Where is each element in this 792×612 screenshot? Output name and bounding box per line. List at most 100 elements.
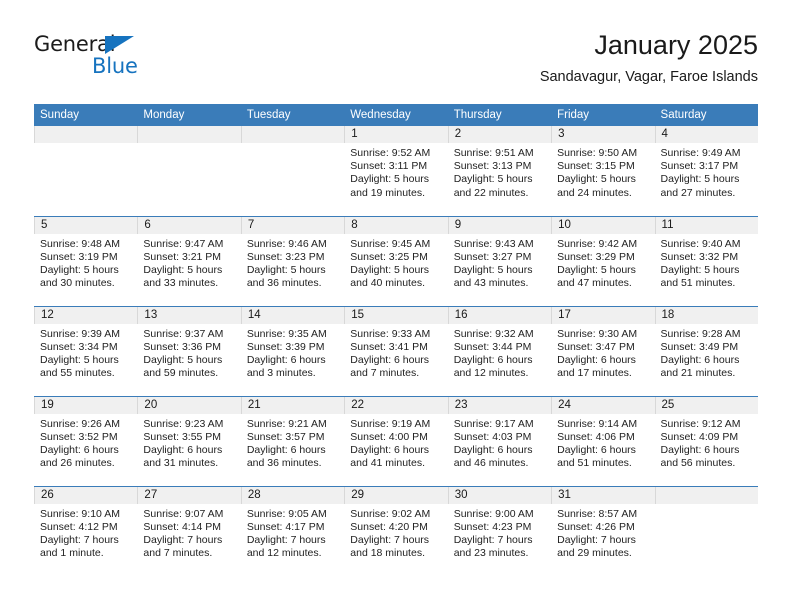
calendar-day-cell[interactable]: 11 Sunrise: 9:40 AM Sunset: 3:32 PM Dayligh…	[654, 215, 758, 306]
daylight-duration-line1: Daylight: 6 hours	[40, 443, 119, 456]
sunset-time: Sunset: 4:12 PM	[40, 520, 118, 533]
daylight-duration-line2: and 27 minutes.	[660, 186, 736, 199]
sunset-time: Sunset: 3:13 PM	[453, 160, 532, 173]
sunrise-time: Sunrise: 9:51 AM	[453, 147, 534, 159]
day-details: Sunrise: 9:48 AM Sunset: 3:19 PM Daylight:…	[34, 234, 137, 291]
calendar-day-cell[interactable]: 23 Sunrise: 9:17 AM Sunset: 4:03 PM Dayligh…	[447, 395, 552, 486]
day-cell-inner: 16 Sunrise: 9:32 AM Sunset: 3:44 PM Dayligh…	[447, 306, 552, 396]
day-number	[240, 126, 345, 143]
daylight-duration-line1: Daylight: 6 hours	[453, 353, 533, 366]
sunrise-time: Sunrise: 9:19 AM	[350, 417, 431, 430]
calendar-day-cell[interactable]: 19 Sunrise: 9:26 AM Sunset: 3:52 PM Dayligh…	[34, 395, 138, 486]
logo-triangle-icon	[105, 36, 134, 54]
sunrise-time: Sunrise: 9:02 AM	[350, 507, 431, 520]
daylight-duration-line1: Daylight: 6 hours	[660, 443, 740, 456]
day-number: 1	[344, 126, 448, 143]
daylight-duration-line1: Daylight: 6 hours	[246, 443, 326, 456]
day-number: 16	[447, 306, 552, 324]
calendar-day-cell[interactable]: 12 Sunrise: 9:39 AM Sunset: 3:34 PM Dayligh…	[34, 305, 138, 396]
day-details: Sunrise: 9:32 AM Sunset: 3:44 PM Daylight:…	[448, 324, 551, 381]
page-subtitle: Sandavagur, Vagar, Faroe Islands	[539, 69, 758, 85]
calendar-day-cell[interactable]: 18 Sunrise: 9:28 AM Sunset: 3:49 PM Dayligh…	[654, 305, 758, 396]
daylight-duration-line2: and 19 minutes.	[350, 186, 425, 199]
daylight-duration-line1: Daylight: 6 hours	[143, 443, 223, 456]
calendar-body: 1 Sunrise: 9:52 AM Sunset: 3:11 PM Daylight…	[34, 126, 758, 576]
day-cell-inner: 28 Sunrise: 9:05 AM Sunset: 4:17 PM Dayligh…	[240, 486, 345, 577]
sunrise-time: Sunrise: 9:32 AM	[453, 327, 534, 340]
sunset-time: Sunset: 3:21 PM	[143, 250, 222, 263]
day-number: 21	[240, 396, 345, 414]
sunrise-time: Sunrise: 8:57 AM	[557, 507, 638, 520]
calendar-day-cell[interactable]: 27 Sunrise: 9:07 AM Sunset: 4:14 PM Dayligh…	[137, 485, 241, 576]
day-cell-inner: 20 Sunrise: 9:23 AM Sunset: 3:55 PM Dayligh…	[137, 396, 241, 486]
calendar-day-cell[interactable]: 17 Sunrise: 9:30 AM Sunset: 3:47 PM Dayligh…	[551, 305, 655, 396]
daylight-duration-line2: and 40 minutes.	[350, 277, 425, 290]
day-number: 2	[447, 126, 552, 143]
calendar-day-cell[interactable]: 21 Sunrise: 9:21 AM Sunset: 3:57 PM Dayligh…	[240, 395, 345, 486]
day-cell-inner: 10 Sunrise: 9:42 AM Sunset: 3:29 PM Dayligh…	[551, 216, 655, 306]
daylight-duration-line2: and 43 minutes.	[453, 277, 529, 290]
calendar-day-cell[interactable]: 28 Sunrise: 9:05 AM Sunset: 4:17 PM Dayligh…	[240, 485, 345, 577]
calendar-day-cell[interactable]: 2 Sunrise: 9:51 AM Sunset: 3:13 PM Daylight…	[447, 126, 552, 216]
daylight-duration-line1: Daylight: 6 hours	[557, 443, 636, 456]
weekday-header-monday: Monday	[137, 104, 241, 126]
calendar-day-cell[interactable]: 1 Sunrise: 9:52 AM Sunset: 3:11 PM Daylight…	[344, 126, 448, 216]
day-number	[34, 126, 138, 143]
daylight-duration-line2: and 7 minutes.	[143, 547, 213, 560]
calendar-day-cell-empty	[240, 126, 345, 216]
sunset-time: Sunset: 3:41 PM	[350, 340, 428, 353]
calendar-day-cell[interactable]: 25 Sunrise: 9:12 AM Sunset: 4:09 PM Dayligh…	[654, 395, 758, 486]
daylight-duration-line2: and 18 minutes.	[350, 547, 425, 560]
calendar-day-cell[interactable]: 31 Sunrise: 8:57 AM Sunset: 4:26 PM Dayligh…	[551, 485, 655, 576]
day-details: Sunrise: 9:49 AM Sunset: 3:17 PM Daylight:…	[655, 143, 758, 200]
daylight-duration-line1: Daylight: 5 hours	[143, 353, 223, 366]
day-details: Sunrise: 9:51 AM Sunset: 3:13 PM Daylight:…	[448, 143, 551, 200]
calendar-day-cell[interactable]: 15 Sunrise: 9:33 AM Sunset: 3:41 PM Dayligh…	[344, 305, 448, 396]
daylight-duration-line2: and 41 minutes.	[350, 457, 425, 470]
calendar-day-cell[interactable]: 22 Sunrise: 9:19 AM Sunset: 4:00 PM Dayligh…	[344, 395, 448, 486]
day-details: Sunrise: 9:23 AM Sunset: 3:55 PM Daylight:…	[137, 414, 240, 471]
calendar-day-cell[interactable]: 30 Sunrise: 9:00 AM Sunset: 4:23 PM Dayligh…	[447, 485, 552, 576]
day-details: Sunrise: 9:19 AM Sunset: 4:00 PM Daylight:…	[344, 414, 447, 471]
sunrise-time: Sunrise: 9:07 AM	[143, 507, 224, 520]
calendar-day-cell[interactable]: 29 Sunrise: 9:02 AM Sunset: 4:20 PM Dayligh…	[344, 485, 448, 576]
day-details	[241, 143, 344, 147]
daylight-duration-line2: and 3 minutes.	[246, 367, 316, 380]
sunset-time: Sunset: 4:06 PM	[557, 430, 635, 443]
sunrise-time: Sunrise: 9:46 AM	[246, 237, 327, 250]
calendar-day-cell[interactable]: 10 Sunrise: 9:42 AM Sunset: 3:29 PM Dayligh…	[551, 215, 655, 306]
calendar-day-cell[interactable]: 9 Sunrise: 9:43 AM Sunset: 3:27 PM Daylight…	[447, 215, 552, 306]
calendar-day-cell[interactable]: 16 Sunrise: 9:32 AM Sunset: 3:44 PM Dayligh…	[447, 305, 552, 396]
calendar-day-cell[interactable]: 26 Sunrise: 9:10 AM Sunset: 4:12 PM Dayligh…	[34, 485, 138, 576]
calendar-day-cell[interactable]: 3 Sunrise: 9:50 AM Sunset: 3:15 PM Daylight…	[551, 126, 655, 216]
sunrise-time: Sunrise: 9:40 AM	[660, 237, 741, 250]
day-details: Sunrise: 9:12 AM Sunset: 4:09 PM Daylight:…	[655, 414, 758, 471]
calendar-day-cell[interactable]: 13 Sunrise: 9:37 AM Sunset: 3:36 PM Dayligh…	[137, 305, 241, 396]
calendar-day-cell[interactable]: 5 Sunrise: 9:48 AM Sunset: 3:19 PM Daylight…	[34, 215, 138, 306]
day-details: Sunrise: 9:17 AM Sunset: 4:03 PM Daylight:…	[448, 414, 551, 471]
calendar-week-row: 12 Sunrise: 9:39 AM Sunset: 3:34 PM Dayligh…	[34, 305, 758, 396]
daylight-duration-line1: Daylight: 5 hours	[557, 263, 636, 276]
daylight-duration-line1: Daylight: 5 hours	[143, 263, 223, 276]
day-number: 13	[137, 306, 241, 324]
sunset-time: Sunset: 3:57 PM	[246, 430, 325, 443]
sunset-time: Sunset: 3:44 PM	[453, 340, 532, 353]
sunset-time: Sunset: 4:09 PM	[660, 430, 739, 443]
daylight-duration-line1: Daylight: 5 hours	[350, 263, 430, 276]
calendar-day-cell[interactable]: 8 Sunrise: 9:45 AM Sunset: 3:25 PM Daylight…	[344, 215, 448, 306]
calendar-day-cell[interactable]: 14 Sunrise: 9:35 AM Sunset: 3:39 PM Dayligh…	[240, 305, 345, 396]
calendar-day-cell-empty	[654, 485, 758, 576]
calendar-day-cell[interactable]: 7 Sunrise: 9:46 AM Sunset: 3:23 PM Daylight…	[240, 215, 345, 306]
day-number: 28	[240, 486, 345, 504]
day-number: 10	[551, 216, 655, 234]
sunrise-time: Sunrise: 9:12 AM	[660, 417, 741, 430]
sunrise-time: Sunrise: 9:05 AM	[246, 507, 327, 520]
calendar-day-cell[interactable]: 6 Sunrise: 9:47 AM Sunset: 3:21 PM Daylight…	[137, 215, 241, 306]
day-details	[655, 504, 758, 508]
calendar-day-cell[interactable]: 20 Sunrise: 9:23 AM Sunset: 3:55 PM Dayligh…	[137, 395, 241, 486]
calendar-day-cell[interactable]: 24 Sunrise: 9:14 AM Sunset: 4:06 PM Dayligh…	[551, 395, 655, 486]
daylight-duration-line2: and 21 minutes.	[660, 367, 736, 380]
weekday-header-row: Sunday Monday Tuesday Wednesday Thursday Frid…	[34, 104, 758, 126]
sunset-time: Sunset: 3:39 PM	[246, 340, 325, 353]
calendar-day-cell[interactable]: 4 Sunrise: 9:49 AM Sunset: 3:17 PM Daylight…	[654, 126, 758, 216]
